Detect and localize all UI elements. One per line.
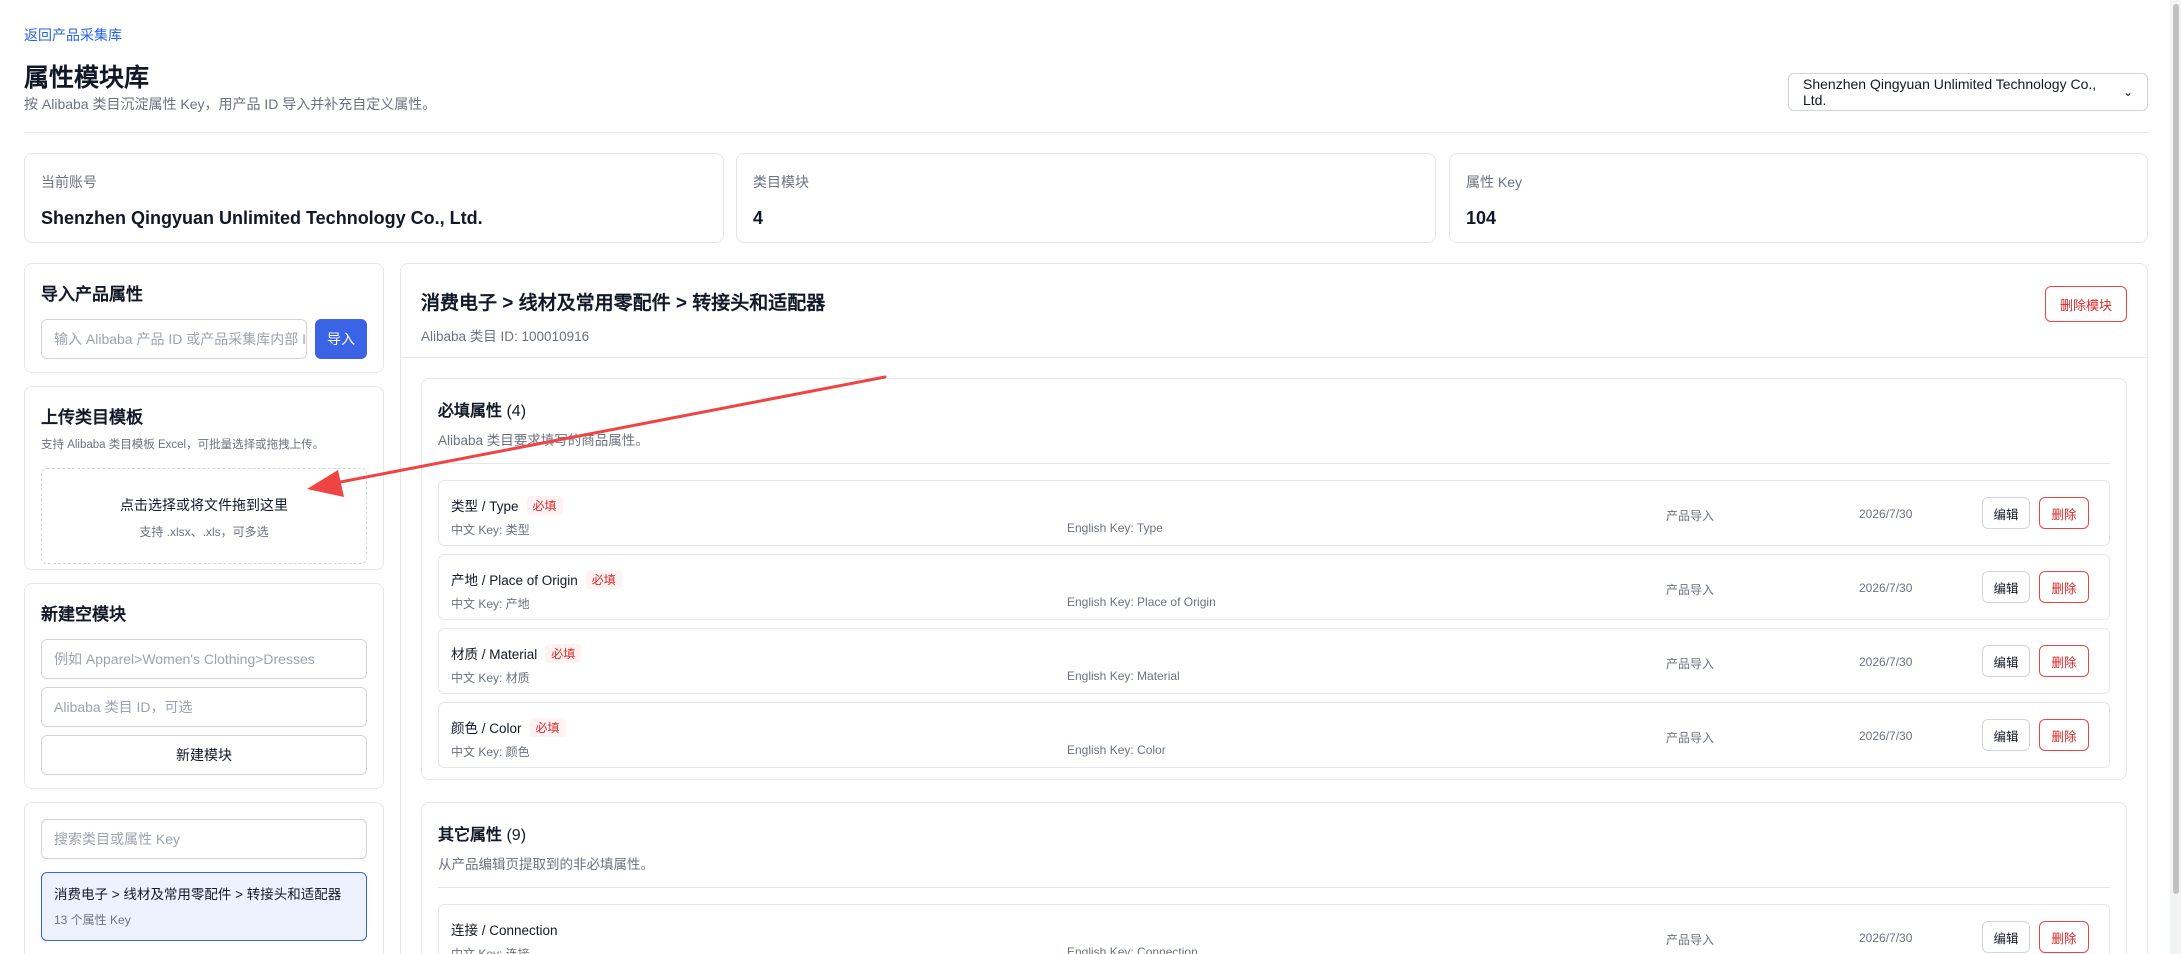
attribute-en-key: English Key: Connection: [1067, 945, 1198, 954]
required-badge: 必填: [529, 717, 566, 737]
required-badge: 必填: [545, 643, 582, 663]
page-scrollbar-thumb[interactable]: [2173, 4, 2179, 894]
attribute-row: 产地 / Place of Origin 必填 中文 Key: 产地 Engli…: [438, 554, 2110, 620]
attribute-name: 产地 / Place of Origin 必填: [451, 569, 622, 589]
edit-attribute-button[interactable]: 编辑: [1982, 645, 2030, 677]
stat-card-account: 当前账号 Shenzhen Qingyuan Unlimited Technol…: [24, 153, 724, 243]
required-badge: 必填: [585, 569, 622, 589]
attribute-name: 颜色 / Color 必填: [451, 717, 566, 737]
attribute-date: 2026/7/30: [1859, 655, 1913, 669]
module-category-id: Alibaba 类目 ID: 100010916: [421, 329, 590, 344]
edit-attribute-button[interactable]: 编辑: [1982, 571, 2030, 603]
stat-label: 当前账号: [41, 174, 97, 190]
module-list-item[interactable]: 消费电子 > 线材及常用零配件 > 转接头和适配器 13 个属性 Key: [41, 872, 367, 941]
delete-attribute-button[interactable]: 删除: [2039, 645, 2089, 677]
required-badge: 必填: [526, 495, 563, 515]
create-module-button[interactable]: 新建模块: [41, 735, 367, 775]
attribute-zh-key: 中文 Key: 材质: [451, 671, 530, 685]
attribute-zh-key: 中文 Key: 连接: [451, 947, 530, 954]
stat-label: 属性 Key: [1466, 174, 1523, 190]
upload-panel: 上传类目模板 支持 Alibaba 类目模板 Excel，可批量选择或拖拽上传。…: [24, 386, 384, 570]
attribute-row: 类型 / Type 必填 中文 Key: 类型 English Key: Typ…: [438, 480, 2110, 546]
stat-card-keys: 属性 Key 104: [1449, 153, 2148, 243]
page-title: 属性模块库: [24, 64, 150, 92]
import-panel: 导入产品属性 输入 Alibaba 产品 ID 或产品采集库内部 ID 导入: [24, 263, 384, 373]
delete-module-button[interactable]: 删除模块: [2045, 286, 2127, 322]
page-subtitle: 按 Alibaba 类目沉淀属性 Key，用产品 ID 导入并补充自定义属性。: [24, 96, 437, 112]
attribute-source: 产品导入: [1666, 583, 1715, 597]
module-header-divider: [401, 357, 2147, 358]
other-section-desc: 从产品编辑页提取到的非必填属性。: [438, 857, 654, 872]
dropzone-sub-text: 支持 .xlsx、.xls，可多选: [139, 525, 269, 539]
attribute-row: 连接 / Connection 中文 Key: 连接 English Key: …: [438, 904, 2110, 954]
delete-attribute-button[interactable]: 删除: [2039, 497, 2089, 529]
stat-card-modules: 类目模块 4: [736, 153, 1436, 243]
new-module-panel: 新建空模块 例如 Apparel>Women's Clothing>Dresse…: [24, 583, 384, 789]
module-list-item-title: 消费电子 > 线材及常用零配件 > 转接头和适配器: [54, 887, 342, 902]
required-section-title: 必填属性 (4): [438, 403, 527, 420]
upload-panel-title: 上传类目模板: [41, 408, 143, 427]
attribute-date: 2026/7/30: [1859, 931, 1913, 945]
stat-value: Shenzhen Qingyuan Unlimited Technology C…: [41, 208, 483, 228]
import-panel-title: 导入产品属性: [41, 285, 143, 304]
category-path-input[interactable]: 例如 Apparel>Women's Clothing>Dresses: [41, 639, 367, 679]
required-attributes-section: 必填属性 (4) Alibaba 类目要求填写的商品属性。 类型 / Type …: [421, 378, 2127, 780]
edit-attribute-button[interactable]: 编辑: [1982, 497, 2030, 529]
module-list-panel: 搜索类目或属性 Key 消费电子 > 线材及常用零配件 > 转接头和适配器 13…: [24, 802, 384, 954]
stat-value: 104: [1466, 208, 1497, 228]
import-button[interactable]: 导入: [315, 319, 367, 359]
attribute-en-key: English Key: Type: [1067, 521, 1163, 535]
stat-label: 类目模块: [753, 174, 809, 190]
attribute-row: 颜色 / Color 必填 中文 Key: 颜色 English Key: Co…: [438, 702, 2110, 768]
attribute-name: 连接 / Connection: [451, 923, 558, 938]
edit-attribute-button[interactable]: 编辑: [1982, 921, 2030, 953]
attribute-source: 产品导入: [1666, 933, 1715, 947]
chevron-down-icon: ⌄: [2122, 85, 2133, 99]
required-section-desc: Alibaba 类目要求填写的商品属性。: [438, 433, 649, 448]
back-to-product-library-link[interactable]: 返回产品采集库: [24, 25, 122, 45]
attribute-date: 2026/7/30: [1859, 729, 1913, 743]
section-divider: [438, 463, 2110, 464]
attribute-zh-key: 中文 Key: 颜色: [451, 745, 530, 759]
attribute-name: 类型 / Type 必填: [451, 495, 563, 515]
other-attributes-section: 其它属性 (9) 从产品编辑页提取到的非必填属性。 连接 / Connectio…: [421, 802, 2127, 954]
module-detail-panel: 消费电子 > 线材及常用零配件 > 转接头和适配器 Alibaba 类目 ID:…: [400, 263, 2148, 954]
attribute-zh-key: 中文 Key: 产地: [451, 597, 530, 611]
edit-attribute-button[interactable]: 编辑: [1982, 719, 2030, 751]
stat-value: 4: [753, 208, 764, 228]
file-dropzone[interactable]: 点击选择或将文件拖到这里 支持 .xlsx、.xls，可多选: [41, 468, 367, 564]
module-list-item-count: 13 个属性 Key: [54, 913, 131, 927]
required-section-count: (4): [506, 403, 527, 420]
delete-attribute-button[interactable]: 删除: [2039, 921, 2089, 953]
attribute-source: 产品导入: [1666, 509, 1715, 523]
product-id-input[interactable]: 输入 Alibaba 产品 ID 或产品采集库内部 ID: [41, 319, 307, 359]
delete-attribute-button[interactable]: 删除: [2039, 719, 2089, 751]
attribute-en-key: English Key: Place of Origin: [1067, 595, 1216, 609]
dropzone-main-text: 点击选择或将文件拖到这里: [120, 497, 288, 513]
module-search-input[interactable]: 搜索类目或属性 Key: [41, 819, 367, 859]
account-select[interactable]: Shenzhen Qingyuan Unlimited Technology C…: [1788, 73, 2148, 111]
attribute-date: 2026/7/30: [1859, 507, 1913, 521]
upload-panel-hint: 支持 Alibaba 类目模板 Excel，可批量选择或拖拽上传。: [41, 439, 325, 451]
header-divider: [24, 132, 2148, 133]
attribute-source: 产品导入: [1666, 657, 1715, 671]
delete-attribute-button[interactable]: 删除: [2039, 571, 2089, 603]
attribute-row: 材质 / Material 必填 中文 Key: 材质 English Key:…: [438, 628, 2110, 694]
account-select-value: Shenzhen Qingyuan Unlimited Technology C…: [1803, 76, 2097, 108]
new-module-panel-title: 新建空模块: [41, 605, 126, 624]
module-title: 消费电子 > 线材及常用零配件 > 转接头和适配器: [421, 293, 826, 314]
section-divider: [438, 887, 2110, 888]
other-section-title: 其它属性 (9): [438, 827, 527, 844]
attribute-name: 材质 / Material 必填: [451, 643, 582, 663]
attribute-date: 2026/7/30: [1859, 581, 1913, 595]
attribute-en-key: English Key: Material: [1067, 669, 1180, 683]
attribute-source: 产品导入: [1666, 731, 1715, 745]
category-id-input[interactable]: Alibaba 类目 ID，可选: [41, 687, 367, 727]
attribute-en-key: English Key: Color: [1067, 743, 1166, 757]
other-section-count: (9): [506, 827, 527, 844]
attribute-zh-key: 中文 Key: 类型: [451, 523, 530, 537]
